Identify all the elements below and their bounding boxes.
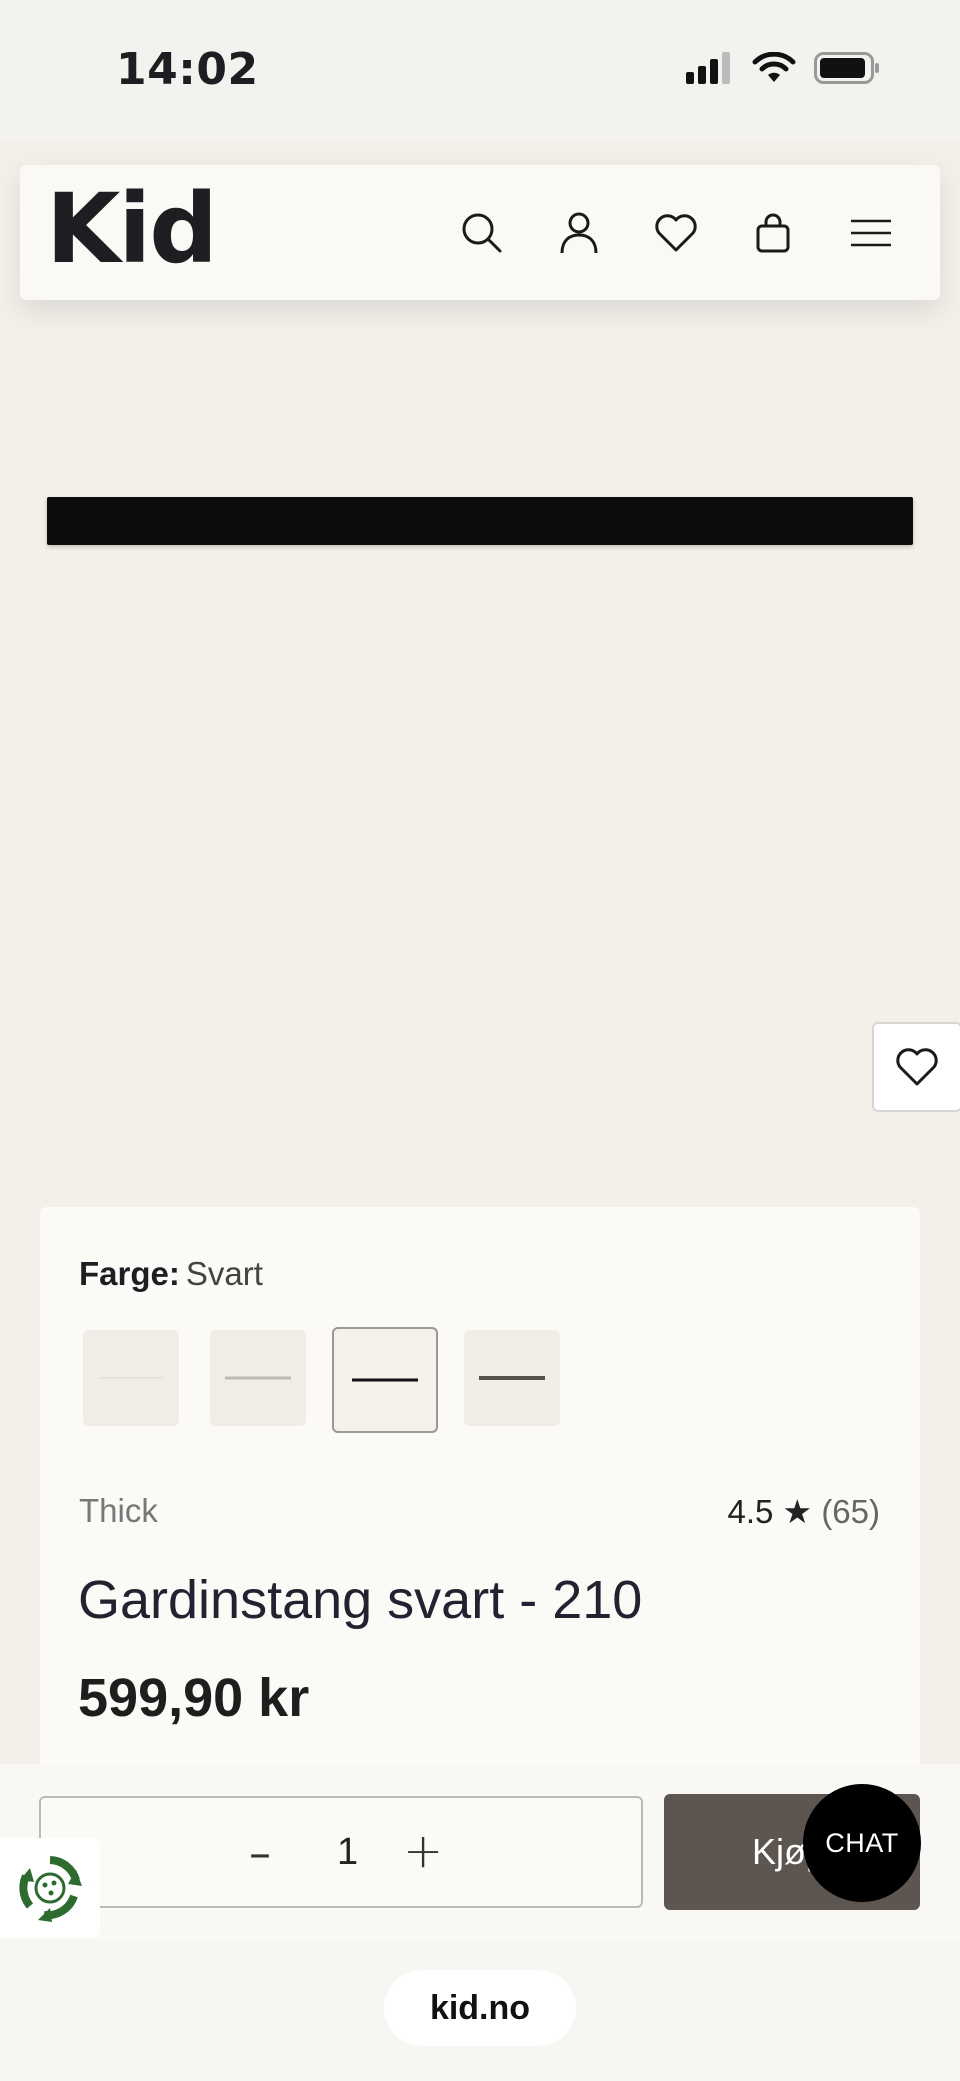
signal-icon — [686, 52, 730, 84]
color-selection-label: Farge: Svart — [79, 1255, 263, 1293]
product-image[interactable] — [47, 497, 913, 545]
heart-icon[interactable] — [646, 203, 706, 263]
rating-value: 4.5 — [727, 1493, 774, 1530]
quantity-increase-button[interactable]: + — [403, 1823, 443, 1879]
status-bar: 14:02 — [0, 0, 960, 140]
status-time: 14:02 — [116, 44, 259, 95]
product-info-card: Farge: Svart Thick 4.5 ★ (65) Gardinstang… — [40, 1207, 920, 1787]
chat-button[interactable]: CHAT — [803, 1784, 921, 1902]
heart-icon — [896, 1048, 938, 1086]
color-swatch-silver[interactable] — [210, 1330, 306, 1426]
url-bar[interactable]: kid.no — [384, 1970, 576, 2046]
color-swatch-white[interactable] — [83, 1330, 179, 1426]
star-icon: ★ — [782, 1493, 813, 1530]
kid-logo[interactable]: Kid — [46, 181, 218, 277]
color-swatch-antique[interactable] — [464, 1330, 560, 1426]
bag-icon[interactable] — [743, 203, 803, 263]
product-price: 599,90 kr — [78, 1668, 310, 1728]
color-swatch-black[interactable] — [332, 1327, 438, 1433]
battery-icon — [814, 52, 879, 84]
quantity-stepper: – 1 + — [39, 1796, 643, 1908]
quantity-decrease-button[interactable]: – — [249, 1828, 271, 1879]
quantity-value[interactable]: 1 — [337, 1831, 358, 1874]
account-icon[interactable] — [549, 203, 609, 263]
wifi-icon — [752, 52, 796, 82]
color-label: Farge: — [79, 1255, 180, 1292]
search-icon[interactable] — [452, 203, 512, 263]
product-subtitle: Thick — [79, 1492, 158, 1529]
status-icons — [686, 52, 880, 84]
menu-icon[interactable] — [841, 203, 901, 263]
rating-count: (65) — [821, 1493, 880, 1530]
color-value: Svart — [185, 1255, 263, 1292]
product-rating[interactable]: 4.5 ★ (65) — [728, 1492, 881, 1531]
add-to-wishlist-button[interactable] — [872, 1022, 960, 1112]
eco-badge[interactable] — [0, 1838, 100, 1938]
site-header: Kid — [20, 165, 940, 300]
product-title: Gardinstang svart - 210 — [78, 1570, 643, 1630]
recycle-icon — [19, 1856, 82, 1922]
